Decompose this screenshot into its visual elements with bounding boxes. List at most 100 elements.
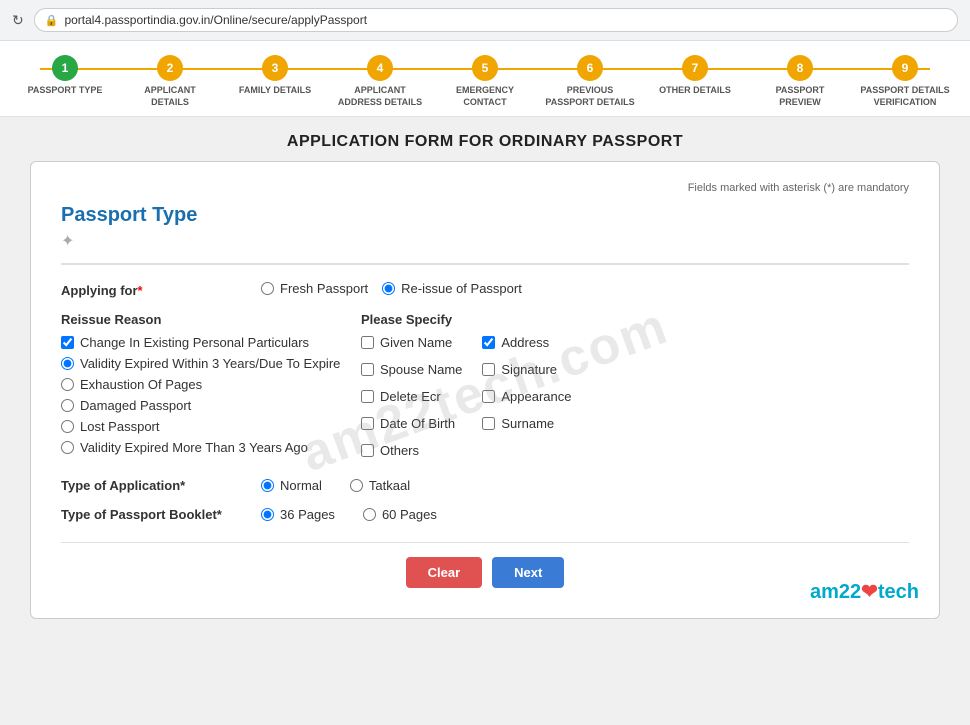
radio-app-type-tatkaal[interactable] [350,479,363,492]
specify-signature[interactable]: Signature [482,362,571,377]
specify-cols: Given Name Spouse Name Delete Ecr Date Of B… [361,335,909,464]
radio-reissue[interactable] [382,282,395,295]
brand-heart: ❤ [861,581,878,603]
reissue-reason-damaged[interactable]: Damaged Passport [61,398,341,413]
label-validity_more: Validity Expired More Than 3 Years Ago [80,440,308,455]
step-circle-8: 8 [787,55,813,81]
url-text: portal4.passportindia.gov.in/Online/secu… [64,13,367,27]
step-label-8: PASSPORT PREVIEW [755,85,845,108]
label-specify-appearance: Appearance [501,389,571,404]
type-of-booklet-label: Type of Passport Booklet* [61,507,261,522]
label-damaged: Damaged Passport [80,398,191,413]
radio-booklet-60pages[interactable] [363,508,376,521]
step-circle-6: 6 [577,55,603,81]
specify-others[interactable]: Others [361,443,462,458]
step-label-4: APPLICANT ADDRESS DETAILS [335,85,425,108]
radio-validity_3yrs[interactable] [61,357,74,370]
specify-address[interactable]: Address [482,335,571,350]
step-item-6: 6 PREVIOUS PASSPORT DETAILS [545,55,635,108]
step-item-3: 3FAMILY DETAILS [230,55,320,97]
label-lost: Lost Passport [80,419,160,434]
step-label-9: PASSPORT DETAILS VERIFICATION [860,85,950,108]
reissue-reason-lost[interactable]: Lost Passport [61,419,341,434]
checkbox-given_name[interactable] [361,336,374,349]
radio-damaged[interactable] [61,399,74,412]
step-item-7: 7 OTHER DETAILS [650,55,740,97]
checkbox-appearance[interactable] [482,390,495,403]
app-type-normal[interactable]: Normal [261,478,322,493]
step-label-3: FAMILY DETAILS [239,85,311,97]
label-app-type-tatkaal: Tatkaal [369,478,410,493]
clear-button[interactable]: Clear [406,557,483,588]
applying-for-option-fresh[interactable]: Fresh Passport [261,281,368,296]
radio-app-type-normal[interactable] [261,479,274,492]
applying-for-option-reissue[interactable]: Re-issue of Passport [382,281,522,296]
radio-booklet-36pages[interactable] [261,508,274,521]
radio-fresh[interactable] [261,282,274,295]
checkbox-address[interactable] [482,336,495,349]
section-divider [61,263,909,265]
step-item-4: 4APPLICANT ADDRESS DETAILS [335,55,425,108]
specify-col1: Given Name Spouse Name Delete Ecr Date Of B… [361,335,462,464]
checkbox-date_of_birth[interactable] [361,417,374,430]
checkbox-spouse_name[interactable] [361,363,374,376]
radio-validity_more[interactable] [61,441,74,454]
booklet-type-36pages[interactable]: 36 Pages [261,507,335,522]
checkbox-signature[interactable] [482,363,495,376]
page-title-section: APPLICATION FORM FOR ORDINARY PASSPORT [0,117,970,161]
next-button[interactable]: Next [492,557,564,588]
lock-icon: 🔒 [45,14,59,27]
step-label-6: PREVIOUS PASSPORT DETAILS [545,85,635,108]
checkbox-change_particulars[interactable] [61,336,74,349]
type-of-booklet-options: 36 Pages 60 Pages [261,507,451,522]
step-item-9: 9 PASSPORT DETAILS VERIFICATION [860,55,950,108]
step-circle-7: 7 [682,55,708,81]
app-type-tatkaal[interactable]: Tatkaal [350,478,410,493]
step-label-1: PASSPORT TYPE [28,85,103,97]
please-specify-title: Please Specify [361,312,909,327]
applying-for-label: Applying for* [61,281,261,298]
specify-surname[interactable]: Surname [482,416,571,431]
reissue-reason-validity_3yrs[interactable]: Validity Expired Within 3 Years/Due To E… [61,356,341,371]
specify-given_name[interactable]: Given Name [361,335,462,350]
label-exhaustion: Exhaustion Of Pages [80,377,202,392]
step-circle-5: 5 [472,55,498,81]
label-specify-others: Others [380,443,419,458]
specify-delete_ecr[interactable]: Delete Ecr [361,389,462,404]
checkbox-others[interactable] [361,444,374,457]
step-label-2: APPLICANT DETAILS [125,85,215,108]
specify-spouse_name[interactable]: Spouse Name [361,362,462,377]
radio-exhaustion[interactable] [61,378,74,391]
type-of-application-row: Type of Application* Normal Tatkaal [61,478,909,493]
am22tech-branding: am22❤tech [810,579,919,604]
checkbox-delete_ecr[interactable] [361,390,374,403]
reissue-reason-title: Reissue Reason [61,312,341,327]
brand-left: am22 [810,581,861,603]
refresh-icon[interactable]: ↻ [12,12,24,29]
applying-for-options: Fresh Passport Re-issue of Passport [261,281,909,296]
label-specify-surname: Surname [501,416,554,431]
two-col-section: Reissue Reason Change In Existing Person… [61,312,909,464]
address-bar: 🔒 portal4.passportindia.gov.in/Online/se… [34,8,958,32]
label-specify-address: Address [501,335,549,350]
label-booklet-60pages: 60 Pages [382,507,437,522]
label-app-type-normal: Normal [280,478,322,493]
specify-date_of_birth[interactable]: Date Of Birth [361,416,462,431]
step-circle-1: 1 [52,55,78,81]
label-reissue: Re-issue of Passport [401,281,522,296]
label-fresh: Fresh Passport [280,281,368,296]
brand-right: tech [878,581,919,603]
label-validity_3yrs: Validity Expired Within 3 Years/Due To E… [80,356,340,371]
reissue-reason-change_particulars[interactable]: Change In Existing Personal Particulars [61,335,341,350]
step-circle-9: 9 [892,55,918,81]
booklet-type-60pages[interactable]: 60 Pages [363,507,437,522]
reissue-reason-exhaustion[interactable]: Exhaustion Of Pages [61,377,341,392]
specify-appearance[interactable]: Appearance [482,389,571,404]
step-label-7: OTHER DETAILS [659,85,731,97]
checkbox-surname[interactable] [482,417,495,430]
progress-steps: 1PASSPORT TYPE2APPLICANT DETAILS3FAMILY … [0,41,970,117]
type-of-application-label: Type of Application* [61,478,261,493]
reissue-reason-validity_more[interactable]: Validity Expired More Than 3 Years Ago [61,440,341,455]
step-item-1: 1 PASSPORT TYPE [20,55,110,97]
radio-lost[interactable] [61,420,74,433]
